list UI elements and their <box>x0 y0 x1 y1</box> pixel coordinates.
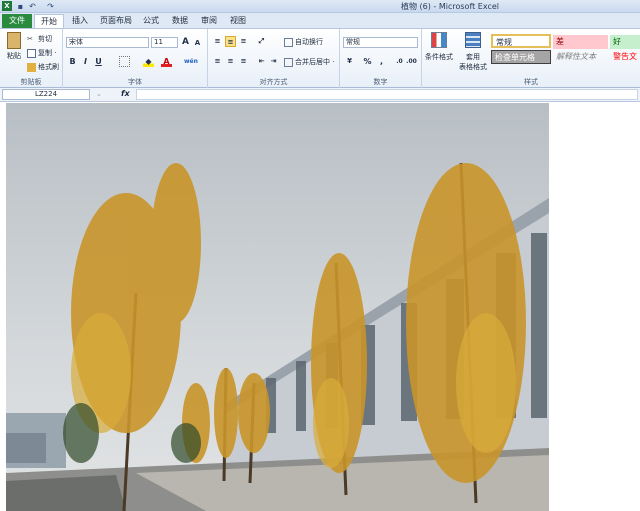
font-size-select[interactable]: 11 <box>151 37 178 48</box>
scissors-icon: ✂ <box>27 34 33 43</box>
increase-decimal-icon[interactable]: .0 <box>394 56 405 67</box>
tab-home[interactable]: 开始 <box>34 14 64 28</box>
style-bad[interactable]: 差 <box>553 35 608 49</box>
merge-center-button[interactable]: 合并后居中 · <box>284 57 334 67</box>
number-format-select[interactable]: 常规 <box>343 37 418 48</box>
align-center-icon[interactable]: ≡ <box>225 56 236 67</box>
style-good[interactable]: 好 <box>610 35 640 49</box>
table-icon <box>465 32 481 48</box>
fill-color-icon[interactable]: ◆ <box>143 56 154 67</box>
font-group-label: 字体 <box>128 78 142 86</box>
styles-group: 条件格式 套用 表格格式 常规 差 好 检查单元格 解释性文本 警告文本 样式 <box>422 29 640 88</box>
style-warning[interactable]: 警告文本 <box>610 50 640 64</box>
tab-review[interactable]: 审阅 <box>195 14 223 28</box>
tab-file[interactable]: 文件 <box>2 14 32 28</box>
tab-view[interactable]: 视图 <box>224 14 252 28</box>
align-left-icon[interactable]: ≡ <box>212 56 223 67</box>
brush-icon <box>27 62 36 72</box>
ribbon: 粘贴 ✂ 剪切 复制 · 格式刷 剪贴板 宋体 11 A A B I U ◆ A … <box>0 28 640 88</box>
formula-input[interactable] <box>136 89 638 100</box>
border-icon[interactable] <box>119 56 130 67</box>
style-explanatory[interactable]: 解释性文本 <box>553 50 608 64</box>
worksheet[interactable] <box>0 102 640 511</box>
orientation-icon[interactable]: ⤢ <box>256 36 267 47</box>
name-box[interactable]: LZ224 <box>2 89 90 100</box>
shrink-font-icon[interactable]: A <box>192 38 203 49</box>
cut-button[interactable]: ✂ 剪切 <box>27 34 52 44</box>
window-title: 植物 (6) - Microsoft Excel <box>401 2 499 11</box>
format-painter-button[interactable]: 格式刷 <box>27 62 59 72</box>
increase-indent-icon[interactable]: ⇥ <box>268 56 279 67</box>
ribbon-tabs: 文件 开始 插入 页面布局 公式 数据 审阅 视图 <box>0 13 640 28</box>
bold-button[interactable]: B <box>67 56 78 67</box>
align-middle-icon[interactable]: ≡ <box>225 36 236 47</box>
styles-group-label: 样式 <box>524 78 538 86</box>
alignment-group: ≡ ≡ ≡ ⤢ 自动换行 ≡ ≡ ≡ ⇤ ⇥ 合并后居中 · 对齐方式 <box>208 29 340 88</box>
comma-button[interactable]: , <box>376 56 387 67</box>
align-right-icon[interactable]: ≡ <box>238 56 249 67</box>
font-group: 宋体 11 A A B I U ◆ A wén 字体 <box>63 29 208 88</box>
number-group: 常规 ¥ % , .0 .00 数字 <box>340 29 422 88</box>
clipboard-group-label: 剪贴板 <box>20 78 42 86</box>
style-check-cell[interactable]: 检查单元格 <box>491 50 551 64</box>
grow-font-icon[interactable]: A <box>180 37 191 48</box>
insert-function-icon[interactable]: fx <box>121 89 130 98</box>
wrap-icon <box>284 37 293 47</box>
underline-button[interactable]: U <box>93 56 104 67</box>
formula-bar: LZ224 ⌄ fx <box>0 88 640 102</box>
wrap-text-button[interactable]: 自动换行 <box>284 37 323 47</box>
tab-insert[interactable]: 插入 <box>66 14 94 28</box>
currency-icon[interactable]: ¥ <box>344 56 355 67</box>
alignment-group-label: 对齐方式 <box>259 78 288 86</box>
number-group-label: 数字 <box>373 78 388 86</box>
tab-page-layout[interactable]: 页面布局 <box>94 14 138 28</box>
format-as-table-button[interactable]: 套用 表格格式 <box>456 32 490 72</box>
align-bottom-icon[interactable]: ≡ <box>238 36 249 47</box>
conditional-format-button[interactable]: 条件格式 <box>424 32 454 62</box>
copy-icon <box>27 48 36 58</box>
tab-formulas[interactable]: 公式 <box>137 14 165 28</box>
align-top-icon[interactable]: ≡ <box>212 36 223 47</box>
tab-data[interactable]: 数据 <box>166 14 194 28</box>
style-normal[interactable]: 常规 <box>491 34 551 48</box>
font-name-select[interactable]: 宋体 <box>66 37 149 48</box>
paste-button[interactable]: 粘贴 <box>4 32 24 66</box>
formula-bar-expand-icon[interactable]: ⌄ <box>96 90 102 98</box>
italic-button[interactable]: I <box>80 56 91 67</box>
clipboard-group: 粘贴 ✂ 剪切 复制 · 格式刷 剪贴板 <box>0 29 63 88</box>
font-color-icon[interactable]: A <box>161 56 172 67</box>
percent-button[interactable]: % <box>362 56 373 67</box>
title-bar: X ▪ ↶ ↷ 植物 (6) - Microsoft Excel <box>0 0 640 13</box>
decrease-indent-icon[interactable]: ⇤ <box>256 56 267 67</box>
phonetic-icon[interactable]: wén <box>184 56 198 67</box>
merge-icon <box>284 57 293 67</box>
ginkgo-campus-photo <box>6 103 549 511</box>
conditional-format-icon <box>431 32 447 48</box>
embedded-photo[interactable] <box>6 103 549 511</box>
decrease-decimal-icon[interactable]: .00 <box>406 56 417 67</box>
paste-icon <box>7 32 21 49</box>
copy-button[interactable]: 复制 · <box>27 48 56 58</box>
